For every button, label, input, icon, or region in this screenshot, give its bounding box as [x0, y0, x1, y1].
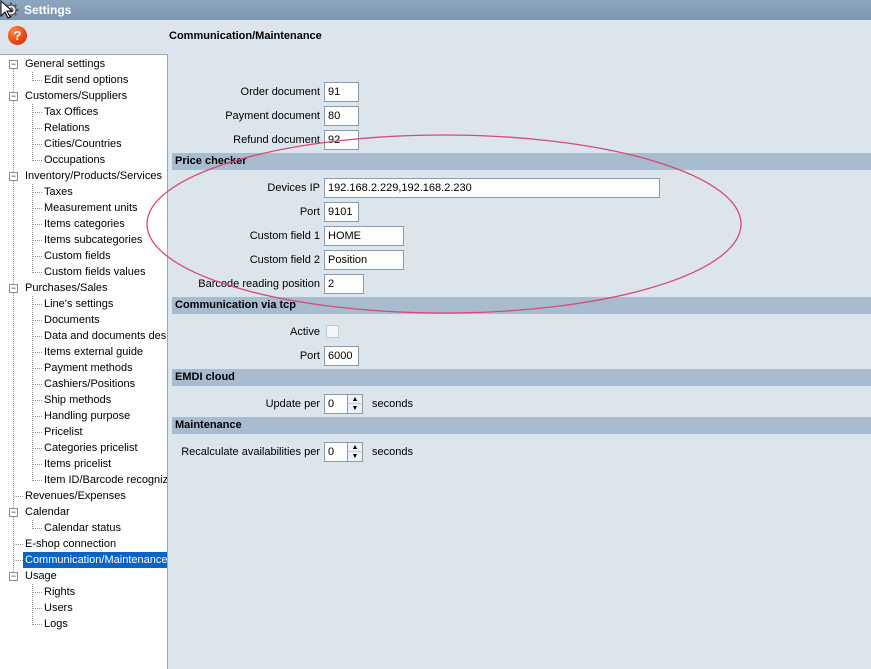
- tree-item-lines-settings[interactable]: Line's settings: [44, 296, 113, 312]
- custom-field-2-label: Custom field 2: [249, 254, 320, 266]
- devices-ip-label: Devices IP: [267, 182, 320, 194]
- tree-item-item-id-barcode[interactable]: Item ID/Barcode recognize: [44, 472, 167, 488]
- tree-item-calendar-status[interactable]: Calendar status: [44, 520, 121, 536]
- tree-item-custom-fields[interactable]: Custom fields: [44, 248, 111, 264]
- devices-ip-field[interactable]: 192.168.2.229,192.168.2.230: [324, 178, 660, 198]
- tree-item-calendar[interactable]: Calendar: [25, 504, 70, 520]
- custom-field-1-input[interactable]: HOME: [324, 226, 404, 246]
- tree-item-documents[interactable]: Documents: [44, 312, 100, 328]
- page-title: Communication/Maintenance: [169, 30, 322, 42]
- tree-item-cities-countries[interactable]: Cities/Countries: [44, 136, 122, 152]
- recalculate-label: Recalculate availabilities per: [181, 446, 320, 458]
- tree-item-taxes[interactable]: Taxes: [44, 184, 73, 200]
- recalculate-unit: seconds: [372, 446, 413, 458]
- barcode-position-field[interactable]: 2: [324, 274, 364, 294]
- collapse-icon[interactable]: −: [9, 508, 18, 517]
- tree-item-customers-suppliers[interactable]: Customers/Suppliers: [25, 88, 127, 104]
- price-checker-port-label: Port: [299, 206, 320, 218]
- refund-document-label: Refund document: [233, 134, 320, 146]
- tcp-heading: Communication via tcp: [172, 297, 871, 314]
- custom-field-2-input[interactable]: Position: [324, 250, 404, 270]
- tree-item-eshop-connection[interactable]: E-shop connection: [25, 536, 116, 552]
- tree-item-ship-methods[interactable]: Ship methods: [44, 392, 111, 408]
- order-document-label: Order document: [240, 86, 320, 98]
- tree-item-items-pricelist[interactable]: Items pricelist: [44, 456, 111, 472]
- window-titlebar: Settings: [0, 0, 871, 20]
- tree-item-relations[interactable]: Relations: [44, 120, 90, 136]
- tree-item-items-subcategories[interactable]: Items subcategories: [44, 232, 142, 248]
- tree-item-payment-methods[interactable]: Payment methods: [44, 360, 133, 376]
- tree-item-communication-maintenance[interactable]: Communication/Maintenance: [23, 552, 167, 568]
- tree-item-revenues-expenses[interactable]: Revenues/Expenses: [25, 488, 126, 504]
- tree-item-users[interactable]: Users: [44, 600, 73, 616]
- tcp-active-checkbox[interactable]: [326, 325, 339, 338]
- tcp-port-field[interactable]: 6000: [324, 346, 359, 366]
- tree-item-items-categories[interactable]: Items categories: [44, 216, 125, 232]
- payment-document-field[interactable]: 80: [324, 106, 359, 126]
- payment-document-label: Payment document: [225, 110, 320, 122]
- tree-item-logs[interactable]: Logs: [44, 616, 68, 632]
- tree-item-general-settings[interactable]: General settings: [25, 56, 105, 72]
- tree-item-inventory[interactable]: Inventory/Products/Services: [25, 168, 162, 184]
- spin-up-icon[interactable]: ▲: [348, 443, 362, 452]
- collapse-icon[interactable]: −: [9, 172, 18, 181]
- tcp-port-label: Port: [299, 350, 320, 362]
- settings-tree[interactable]: − General settings Edit send options − C…: [0, 54, 168, 669]
- collapse-icon[interactable]: −: [9, 572, 18, 581]
- help-button[interactable]: ?: [8, 26, 27, 45]
- price-checker-port-field[interactable]: 9101: [324, 202, 359, 222]
- window-title: Settings: [24, 3, 72, 17]
- tree-item-custom-fields-values[interactable]: Custom fields values: [44, 264, 146, 280]
- barcode-position-label: Barcode reading position: [198, 278, 320, 290]
- collapse-icon[interactable]: −: [9, 284, 18, 293]
- collapse-icon[interactable]: −: [9, 92, 18, 101]
- tree-item-handling-purpose[interactable]: Handling purpose: [44, 408, 130, 424]
- update-per-input[interactable]: 0: [324, 394, 348, 414]
- spin-down-icon[interactable]: ▼: [348, 452, 362, 461]
- tree-item-data-documents[interactable]: Data and documents desi: [44, 328, 167, 344]
- price-checker-heading: Price checker: [172, 153, 871, 170]
- tree-item-edit-send-options[interactable]: Edit send options: [44, 72, 128, 88]
- mouse-cursor-icon: [0, 0, 14, 19]
- update-per-stepper[interactable]: ▲ ▼: [347, 394, 363, 414]
- update-per-unit: seconds: [372, 398, 413, 410]
- tree-item-measurement-units[interactable]: Measurement units: [44, 200, 138, 216]
- custom-field-1-label: Custom field 1: [249, 230, 320, 242]
- maintenance-heading: Maintenance: [172, 417, 871, 434]
- refund-document-field[interactable]: 92: [324, 130, 359, 150]
- order-document-field[interactable]: 91: [324, 82, 359, 102]
- recalculate-input[interactable]: 0: [324, 442, 348, 462]
- tree-item-items-external-guide[interactable]: Items external guide: [44, 344, 143, 360]
- collapse-icon[interactable]: −: [9, 60, 18, 69]
- tcp-active-label: Active: [290, 326, 320, 338]
- tree-item-purchases-sales[interactable]: Purchases/Sales: [25, 280, 108, 296]
- tree-item-occupations[interactable]: Occupations: [44, 152, 105, 168]
- tree-item-rights[interactable]: Rights: [44, 584, 75, 600]
- emdi-cloud-heading: EMDI cloud: [172, 369, 871, 386]
- tree-item-pricelist[interactable]: Pricelist: [44, 424, 83, 440]
- tree-item-categories-pricelist[interactable]: Categories pricelist: [44, 440, 138, 456]
- spin-up-icon[interactable]: ▲: [348, 395, 362, 404]
- recalculate-stepper[interactable]: ▲ ▼: [347, 442, 363, 462]
- tree-item-usage[interactable]: Usage: [25, 568, 57, 584]
- tree-item-tax-offices[interactable]: Tax Offices: [44, 104, 98, 120]
- spin-down-icon[interactable]: ▼: [348, 404, 362, 413]
- tree-item-cashiers-positions[interactable]: Cashiers/Positions: [44, 376, 135, 392]
- settings-panel: Order document 91 Payment document 80 Re…: [169, 54, 871, 669]
- update-per-label: Update per: [265, 398, 320, 410]
